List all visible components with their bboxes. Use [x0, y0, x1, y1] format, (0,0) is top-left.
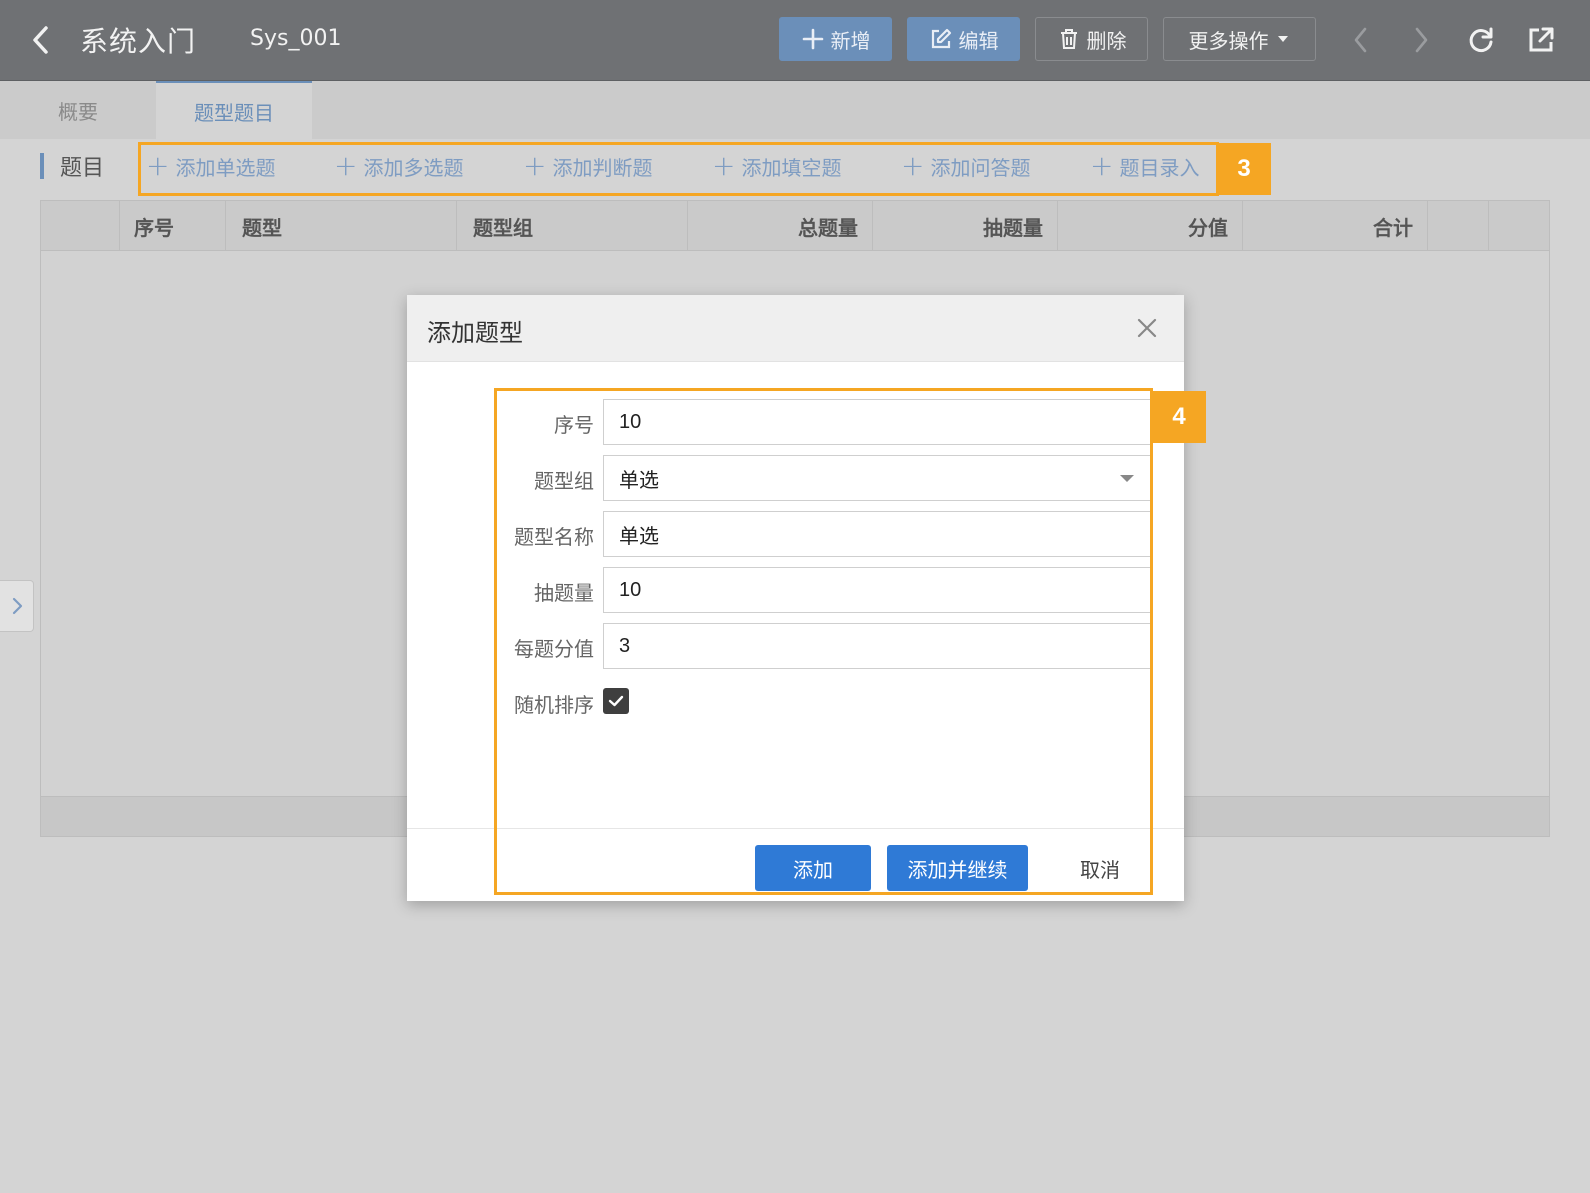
more-actions-dropdown[interactable]: 更多操作: [1163, 17, 1316, 61]
column-header-sum[interactable]: 合计: [1243, 201, 1428, 251]
tab-question-types[interactable]: 题型题目: [156, 81, 312, 139]
table-header-select: [41, 201, 120, 251]
dialog-header: 添加题型: [407, 295, 1184, 362]
tab-bar: 概要 题型题目: [0, 81, 1590, 139]
trash-icon: [1060, 29, 1077, 49]
open-external-icon[interactable]: [1523, 22, 1559, 58]
top-header: 系统入门 Sys_001 新增 编辑 删除 更多操作: [0, 0, 1590, 81]
side-panel-toggle[interactable]: [0, 580, 34, 632]
prev-record-icon[interactable]: [1343, 22, 1379, 58]
callout-toolbar-highlight: [138, 142, 1219, 196]
delete-button-label: 删除: [1086, 28, 1127, 53]
add-button-label: 新增: [830, 28, 871, 53]
column-header-seq[interactable]: 序号: [120, 201, 226, 251]
edit-button-label: 编辑: [958, 28, 999, 53]
callout-badge-3: 3: [1217, 143, 1271, 195]
refresh-icon[interactable]: [1463, 22, 1499, 58]
edit-icon: [931, 28, 951, 49]
section-accent-bar: [40, 153, 44, 179]
close-icon[interactable]: [1132, 313, 1162, 343]
table-header-spacer: [1428, 201, 1489, 251]
table-header: 序号 题型 题型组 总题量 抽题量 分值 合计: [41, 201, 1549, 251]
section-title: 题目: [60, 156, 105, 181]
record-code: Sys_001: [250, 26, 342, 51]
page-title: 系统入门: [80, 25, 197, 58]
tab-overview[interactable]: 概要: [0, 81, 156, 139]
column-header-total[interactable]: 总题量: [688, 201, 873, 251]
column-header-type[interactable]: 题型: [226, 201, 457, 251]
callout-badge-4: 4: [1152, 391, 1206, 443]
column-header-draw[interactable]: 抽题量: [873, 201, 1058, 251]
edit-button[interactable]: 编辑: [907, 17, 1020, 61]
delete-button[interactable]: 删除: [1035, 17, 1148, 61]
more-actions-label: 更多操作: [1188, 28, 1269, 53]
dialog-title: 添加题型: [427, 319, 523, 347]
next-record-icon[interactable]: [1403, 22, 1439, 58]
callout-form-highlight: [494, 388, 1153, 895]
chevron-right-icon: [12, 597, 22, 615]
add-button[interactable]: 新增: [779, 17, 892, 61]
plus-icon: [802, 28, 823, 50]
column-header-group[interactable]: 题型组: [457, 201, 688, 251]
column-header-score[interactable]: 分值: [1058, 201, 1243, 251]
caret-down-icon: [1277, 36, 1288, 42]
back-icon[interactable]: [26, 22, 56, 58]
